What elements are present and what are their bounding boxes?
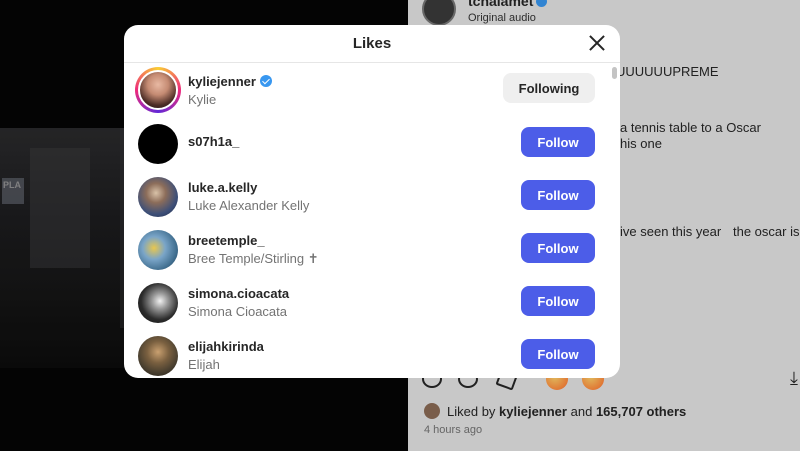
list-item: elijahkirinda Elijah Follow [124, 329, 610, 378]
verified-badge-icon [259, 75, 272, 87]
list-item: kyliejenner Kylie Following [124, 64, 610, 117]
full-name: Bree Temple/Stirling ✝ [188, 251, 319, 266]
avatar[interactable] [138, 124, 178, 164]
username[interactable]: breetemple_ [188, 233, 319, 248]
follow-button[interactable]: Follow [521, 180, 595, 210]
full-name: Elijah [188, 357, 220, 372]
username[interactable]: kyliejenner [188, 74, 256, 89]
likes-list[interactable]: kyliejenner Kylie Following s07h1a_ Foll… [124, 64, 620, 378]
username[interactable]: elijahkirinda [188, 339, 264, 354]
follow-button[interactable]: Follow [521, 339, 595, 369]
username[interactable]: s07h1a_ [188, 134, 239, 149]
list-item: s07h1a_ Follow [124, 117, 610, 170]
avatar[interactable] [135, 67, 181, 113]
full-name: Simona Cioacata [188, 304, 287, 319]
username[interactable]: simona.cioacata [188, 286, 289, 301]
list-item: breetemple_ Bree Temple/Stirling ✝ Follo… [124, 223, 610, 276]
avatar[interactable] [138, 230, 178, 270]
scrollbar[interactable] [612, 65, 617, 375]
list-item: luke.a.kelly Luke Alexander Kelly Follow [124, 170, 610, 223]
modal-title: Likes [352, 35, 392, 52]
full-name: Luke Alexander Kelly [188, 198, 310, 213]
modal-header: Likes [124, 25, 620, 63]
avatar[interactable] [138, 283, 178, 323]
avatar[interactable] [138, 177, 178, 217]
follow-button[interactable]: Follow [521, 127, 595, 157]
username[interactable]: luke.a.kelly [188, 180, 309, 195]
scrollbar-thumb[interactable] [612, 67, 617, 79]
full-name: Kylie [188, 92, 217, 107]
follow-button[interactable]: Follow [521, 233, 595, 263]
avatar[interactable] [138, 336, 178, 376]
following-button[interactable]: Following [503, 73, 595, 103]
list-item: simona.cioacata Simona Cioacata Follow [124, 276, 610, 329]
close-icon[interactable] [588, 34, 606, 52]
likes-modal: Likes kyliejenner Kylie Following s07h1a… [124, 25, 620, 378]
follow-button[interactable]: Follow [521, 286, 595, 316]
